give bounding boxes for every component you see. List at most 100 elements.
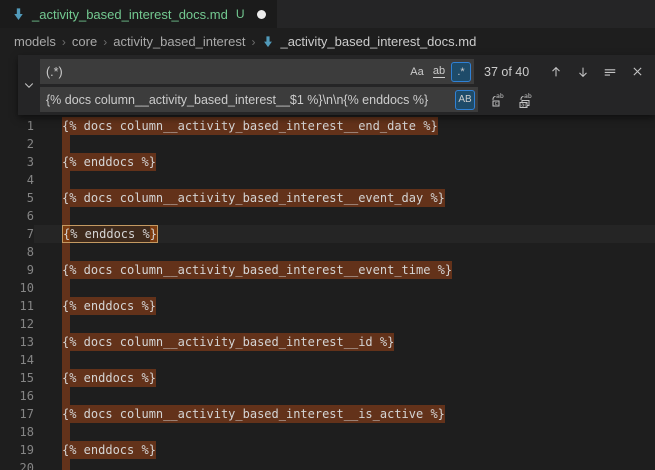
match-count: 37 of 40 (484, 65, 529, 79)
regex-label: .* (457, 66, 464, 78)
close-icon (631, 65, 644, 78)
editor-line[interactable]: 14 (0, 351, 655, 369)
line-content[interactable] (34, 207, 655, 225)
line-content[interactable]: {% enddocs %} (34, 153, 655, 171)
editor-line[interactable]: 17{% docs column__activity_based_interes… (0, 405, 655, 423)
find-in-selection-button[interactable] (600, 61, 620, 83)
replace-input[interactable]: {% docs column__activity_based_interest_… (40, 87, 478, 112)
editor-line[interactable]: 16 (0, 387, 655, 405)
editor-line[interactable]: 6 (0, 207, 655, 225)
find-match-empty-line-highlight (62, 171, 70, 189)
match-case-label: Aa (410, 66, 423, 78)
editor-line[interactable]: 19{% enddocs %} (0, 441, 655, 459)
previous-match-button[interactable] (546, 61, 566, 83)
editor-line[interactable]: 18 (0, 423, 655, 441)
find-match-empty-line-highlight (62, 279, 70, 297)
chevron-down-icon (23, 79, 35, 91)
tab-active-file[interactable]: _activity_based_interest_docs.md U (0, 0, 277, 28)
editor-lines: 1{% docs column__activity_based_interest… (0, 117, 655, 470)
line-content[interactable]: {% enddocs %} (34, 225, 655, 243)
find-match-highlight: {% docs column__activity_based_interest_… (62, 261, 452, 279)
line-content[interactable]: {% docs column__activity_based_interest_… (34, 117, 655, 135)
line-number: 7 (0, 225, 34, 243)
line-content[interactable] (34, 315, 655, 333)
svg-text:c: c (495, 101, 498, 107)
replace-all-button[interactable]: ab ac (515, 89, 535, 111)
editor-line[interactable]: 13{% docs column__activity_based_interes… (0, 333, 655, 351)
line-content[interactable] (34, 135, 655, 153)
whole-word-toggle[interactable]: ab (429, 62, 449, 82)
editor-line[interactable]: 10 (0, 279, 655, 297)
line-number: 13 (0, 333, 34, 351)
find-match-empty-line-highlight (62, 243, 70, 261)
editor-line[interactable]: 9 {% docs column__activity_based_interest… (0, 261, 655, 279)
svg-text:ac: ac (521, 102, 527, 108)
editor-line[interactable]: 4 (0, 171, 655, 189)
next-match-button[interactable] (573, 61, 593, 83)
line-content[interactable] (34, 351, 655, 369)
find-match-highlight: {% docs column__activity_based_interest_… (62, 405, 445, 423)
line-number: 14 (0, 351, 34, 369)
editor-line[interactable]: 7{% enddocs %} (0, 225, 655, 243)
replace-row: {% docs column__activity_based_interest_… (40, 87, 647, 112)
editor-line[interactable]: 8 (0, 243, 655, 261)
line-content[interactable] (34, 243, 655, 261)
line-number: 12 (0, 315, 34, 333)
breadcrumb-item-core[interactable]: core (72, 34, 97, 49)
line-content[interactable]: {% docs column__activity_based_interest_… (34, 189, 655, 207)
line-number: 3 (0, 153, 34, 171)
editor-line[interactable]: 20 (0, 459, 655, 470)
line-number: 4 (0, 171, 34, 189)
line-number: 1 (0, 117, 34, 135)
editor-line[interactable]: 2 (0, 135, 655, 153)
editor[interactable]: (.*) Aa ab .* 37 of 40 (0, 55, 655, 470)
editor-line[interactable]: 1{% docs column__activity_based_interest… (0, 117, 655, 135)
editor-line[interactable]: 15 {% enddocs %} (0, 369, 655, 387)
svg-text:ab: ab (496, 92, 504, 100)
line-number: 8 (0, 243, 34, 261)
git-status-badge: U (236, 7, 245, 21)
editor-line[interactable]: 5{% docs column__activity_based_interest… (0, 189, 655, 207)
preserve-case-toggle[interactable]: AB (455, 90, 475, 110)
line-number: 11 (0, 297, 34, 315)
breadcrumb-item-activity-based-interest[interactable]: activity_based_interest (113, 34, 245, 49)
replace-button[interactable]: ab c (488, 89, 508, 111)
breadcrumb-item-models[interactable]: models (14, 34, 56, 49)
line-number: 9 (0, 261, 34, 279)
find-match-empty-line-highlight (62, 351, 70, 369)
match-case-toggle[interactable]: Aa (407, 62, 427, 82)
find-input[interactable]: (.*) Aa ab .* (40, 59, 474, 84)
find-match-highlight: {% enddocs %} (62, 369, 156, 387)
toggle-replace-button[interactable] (18, 59, 40, 111)
find-match-empty-line-highlight (62, 387, 70, 405)
editor-line[interactable]: 11{% enddocs %} (0, 297, 655, 315)
line-content[interactable] (34, 171, 655, 189)
line-content[interactable] (34, 459, 655, 470)
breadcrumb-item-file[interactable]: _activity_based_interest_docs.md (261, 34, 476, 49)
find-match-empty-line-highlight (62, 423, 70, 441)
svg-text:ab: ab (524, 92, 532, 100)
line-content[interactable] (34, 423, 655, 441)
line-content[interactable] (34, 279, 655, 297)
line-content[interactable]: {% enddocs %} (34, 441, 655, 459)
line-content[interactable]: {% enddocs %} (34, 369, 655, 387)
close-find-button[interactable] (627, 61, 647, 83)
replace-all-icon: ab ac (517, 92, 533, 108)
line-content[interactable]: {% docs column__activity_based_interest_… (34, 261, 655, 279)
regex-toggle[interactable]: .* (451, 62, 471, 82)
find-match-empty-line-highlight (62, 135, 70, 153)
find-replace-widget: (.*) Aa ab .* 37 of 40 (18, 55, 655, 115)
unsaved-dot-icon[interactable] (257, 10, 266, 19)
markdown-icon (261, 35, 275, 49)
line-number: 20 (0, 459, 34, 470)
line-number: 15 (0, 369, 34, 387)
arrow-down-icon (576, 65, 590, 79)
line-content[interactable]: {% docs column__activity_based_interest_… (34, 405, 655, 423)
editor-line[interactable]: 12 (0, 315, 655, 333)
editor-line[interactable]: 3{% enddocs %} (0, 153, 655, 171)
line-content[interactable]: {% docs column__activity_based_interest_… (34, 333, 655, 351)
whole-word-label: ab (433, 66, 445, 78)
line-content[interactable] (34, 387, 655, 405)
find-match-highlight: {% enddocs %} (62, 441, 156, 459)
line-content[interactable]: {% enddocs %} (34, 297, 655, 315)
